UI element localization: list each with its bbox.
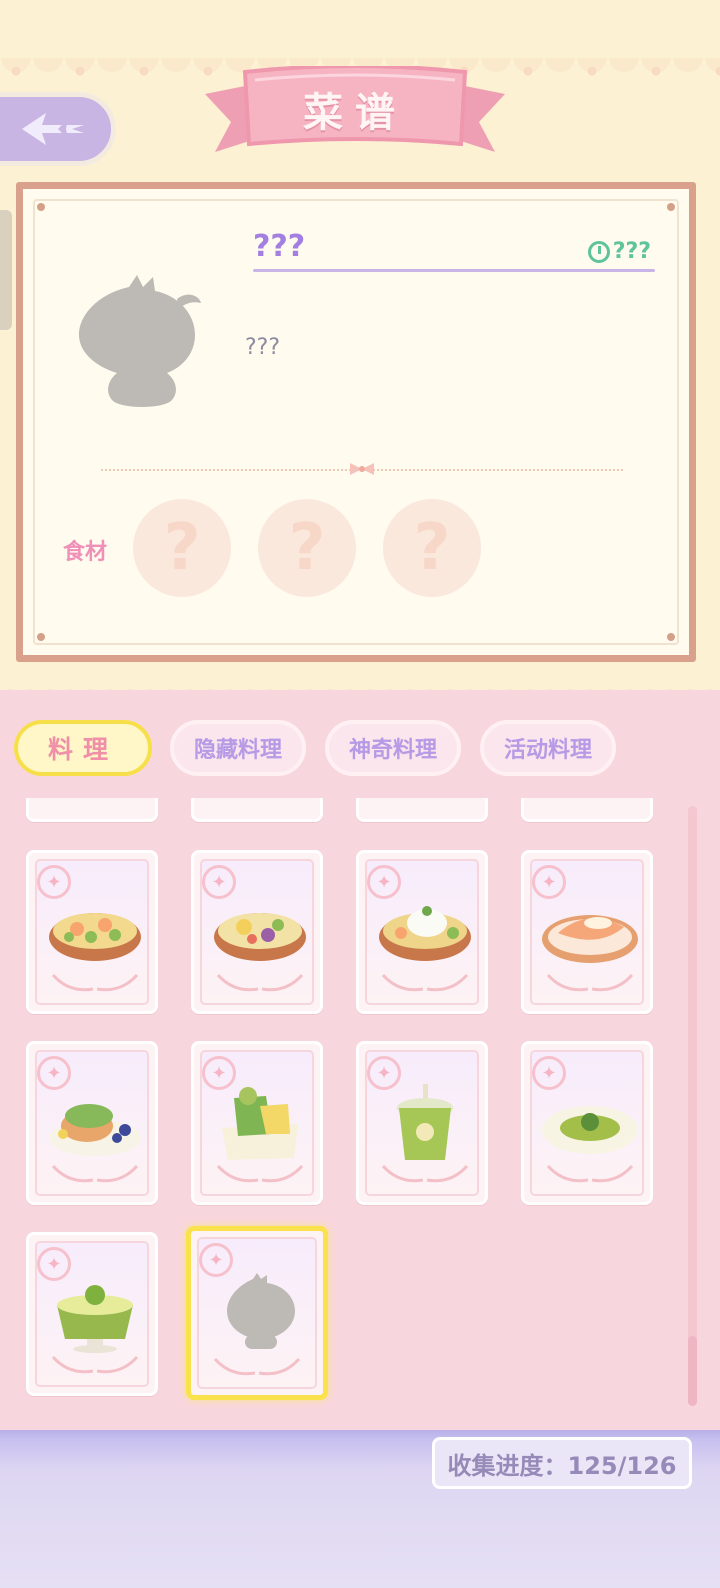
rice-shrimp-bowl-icon (379, 906, 471, 961)
ingredient-slot[interactable]: ? (133, 499, 231, 597)
recipe-card[interactable]: ✦ (356, 1041, 488, 1205)
shrimp-broccoli-soup-icon (49, 913, 141, 961)
recipe-grid[interactable]: ✦ ✦ ✦ ✦ ✦ ✦ ✦ ✦ ✦ ✦ (0, 798, 700, 1430)
fork-spoon-icon: ✦ (199, 1243, 233, 1277)
corner-dot (667, 633, 675, 641)
tab-magic-cuisine[interactable]: 神奇料理 (325, 720, 461, 776)
laurel-icon (51, 1164, 139, 1183)
green-bubble-drink-icon (397, 1084, 453, 1160)
laurel-icon (381, 1164, 469, 1183)
tab-event-cuisine[interactable]: 活动料理 (480, 720, 616, 776)
clock-icon (587, 240, 610, 263)
tab-cuisine[interactable]: 料理 (14, 720, 152, 776)
recipe-card[interactable] (356, 798, 488, 822)
scroll-thumb[interactable] (688, 1336, 697, 1406)
laurel-icon (51, 973, 139, 992)
fish-fillet-plate-icon (542, 915, 638, 963)
laurel-icon (216, 973, 304, 992)
recipe-card[interactable]: ✦ (191, 850, 323, 1014)
laurel-icon (546, 973, 634, 992)
recipe-card-selected[interactable]: ✦ (186, 1226, 328, 1400)
dish-description: ??? (245, 335, 281, 360)
recipe-card[interactable]: ✦ (26, 1232, 158, 1396)
recipe-card[interactable] (521, 798, 653, 822)
recipe-card[interactable]: ✦ (356, 850, 488, 1014)
collection-progress: 收集进度：125/126 (432, 1437, 692, 1489)
bow-icon (350, 463, 374, 475)
ingredients-label: 食材 (63, 540, 108, 565)
locked-dish-silhouette-icon (79, 275, 201, 407)
ingredient-slot[interactable]: ? (258, 499, 356, 597)
scrollbar[interactable] (688, 806, 697, 1406)
matcha-pancake-icon (49, 1104, 141, 1156)
recipe-card[interactable] (26, 798, 158, 822)
corner-dot (37, 633, 45, 641)
seafood-veggie-bowl-icon (214, 913, 306, 961)
name-underline (253, 269, 655, 272)
recipe-card[interactable]: ✦ (521, 850, 653, 1014)
recipe-detail-card: ??? ??? ??? 食材 ? ? ? (16, 182, 696, 662)
detail-inner-frame (33, 199, 679, 645)
laurel-icon (381, 973, 469, 992)
green-soup-plate-icon (542, 1106, 638, 1154)
laurel-icon (216, 1164, 304, 1183)
page-title: 菜谱 (303, 89, 407, 136)
laurel-icon (546, 1164, 634, 1183)
locked-silhouette-icon (227, 1273, 295, 1349)
recipe-card[interactable]: ✦ (191, 1041, 323, 1205)
frog-dessert-box-icon (222, 1087, 298, 1160)
recipe-card[interactable]: ✦ (521, 1041, 653, 1205)
side-tab (0, 210, 12, 330)
laurel-icon (213, 1357, 301, 1376)
recipe-card[interactable]: ✦ (26, 1041, 158, 1205)
category-tabs: 料理 隐藏料理 神奇料理 活动料理 (14, 720, 714, 780)
recipe-card[interactable]: ✦ (26, 850, 158, 1014)
ingredient-slot[interactable]: ? (383, 499, 481, 597)
lace-border-mid (0, 680, 720, 700)
corner-dot (37, 203, 45, 211)
matcha-pudding-icon (57, 1285, 133, 1353)
tab-hidden-cuisine[interactable]: 隐藏料理 (170, 720, 306, 776)
back-button[interactable] (0, 92, 116, 166)
corner-dot (667, 203, 675, 211)
cook-time-value: ??? (612, 239, 651, 264)
recipe-card[interactable] (191, 798, 323, 822)
dish-name: ??? (253, 229, 306, 264)
cook-time: ??? (587, 239, 651, 264)
laurel-icon (51, 1355, 139, 1374)
back-arrow-icon (22, 113, 84, 145)
title-ribbon: 菜谱 (205, 66, 505, 166)
